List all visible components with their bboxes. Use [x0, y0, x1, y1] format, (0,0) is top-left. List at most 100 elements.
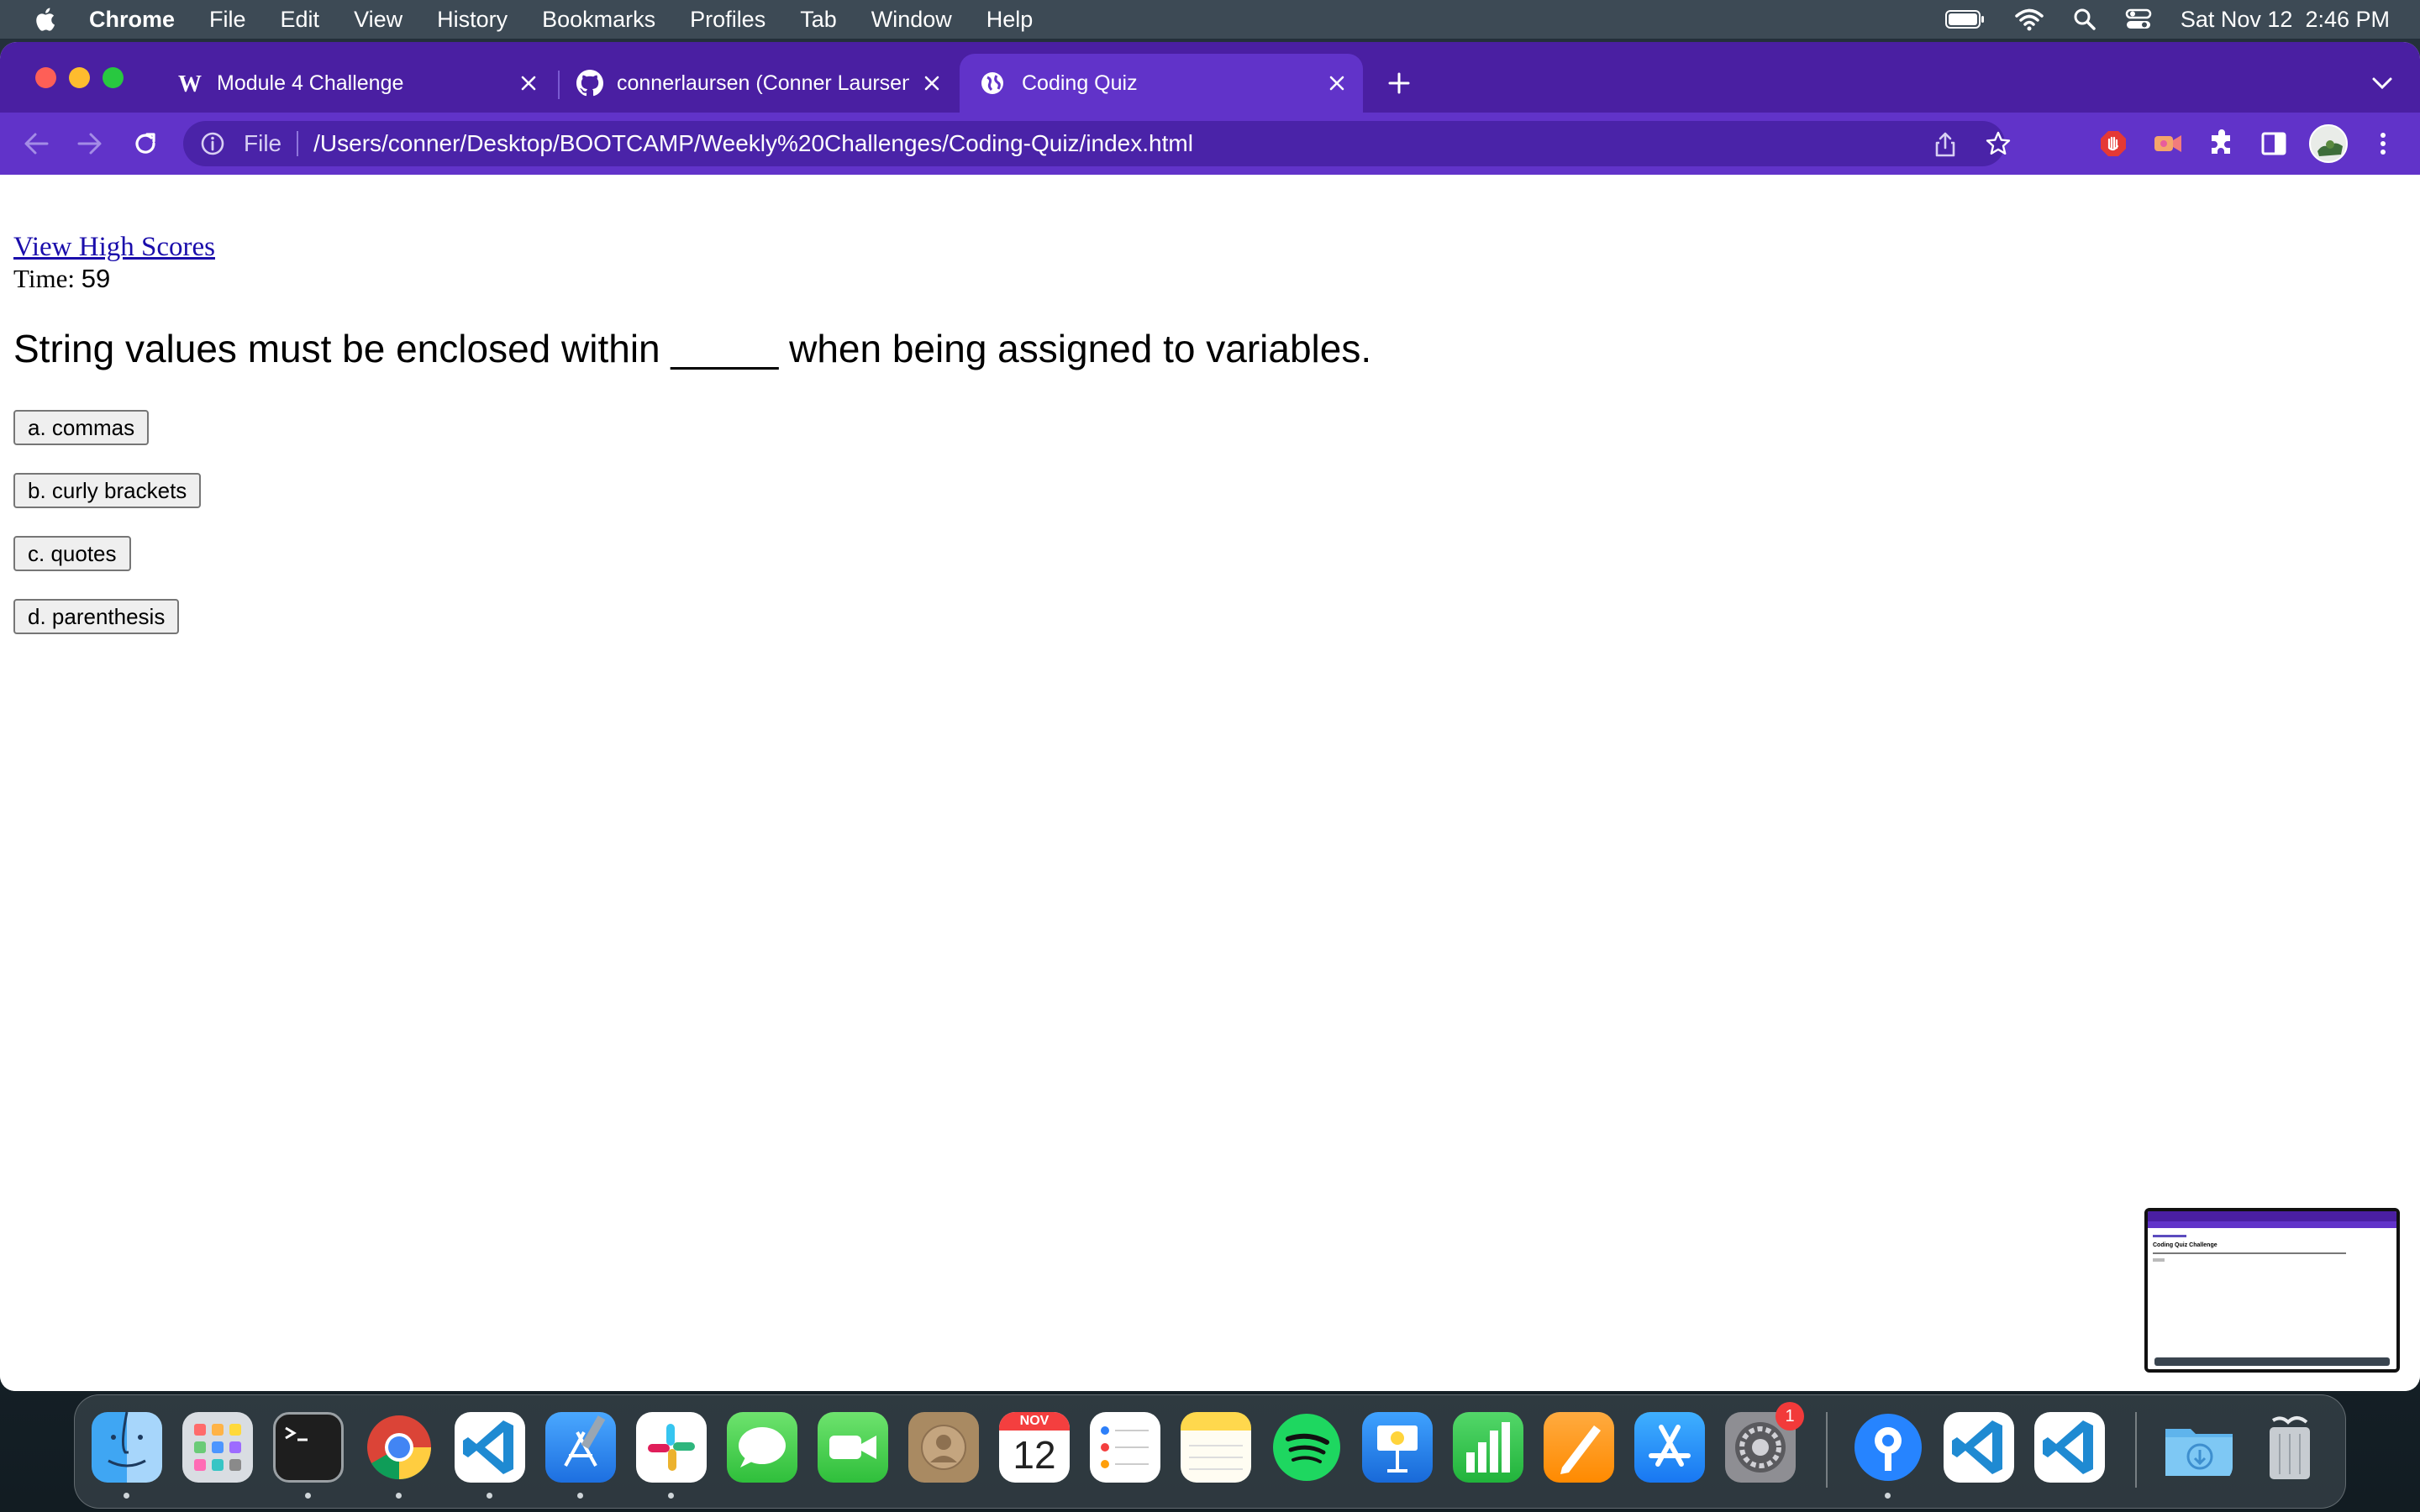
menu-help[interactable]: Help: [986, 7, 1034, 33]
tab-coding-quiz[interactable]: Coding Quiz: [960, 54, 1363, 113]
menu-history[interactable]: History: [437, 7, 508, 33]
minimize-window-button[interactable]: [69, 67, 90, 88]
scheme-label: File: [244, 130, 282, 156]
launchpad-grid-icon: [194, 1424, 241, 1471]
app-store-a-icon: [1649, 1425, 1691, 1467]
tab-title: Module 4 Challenge: [217, 71, 404, 95]
reminders-icon[interactable]: [1090, 1412, 1160, 1483]
chrome-menu-kebab-icon[interactable]: [2373, 129, 2393, 158]
tab-github-profile[interactable]: connerlaursen (Conner Laursen): [563, 54, 958, 113]
xcode-hammer-icon: [564, 1415, 606, 1467]
finder-icon[interactable]: [92, 1412, 162, 1483]
answer-button-d[interactable]: d. parenthesis: [13, 599, 180, 634]
close-window-button[interactable]: [35, 67, 56, 88]
forward-arrow-icon[interactable]: [76, 131, 104, 156]
slack-icon[interactable]: [636, 1412, 707, 1483]
question-text: String values must be enclosed within __…: [13, 327, 1372, 370]
close-tab-icon[interactable]: [518, 72, 539, 94]
facetime-icon[interactable]: [818, 1412, 888, 1483]
notes-icon[interactable]: [1181, 1412, 1251, 1483]
menu-file[interactable]: File: [209, 7, 246, 33]
pages-icon[interactable]: [1544, 1412, 1614, 1483]
zoom-window-button[interactable]: [103, 67, 124, 88]
vscode-icon-2[interactable]: [1944, 1412, 2014, 1483]
contacts-icon[interactable]: [908, 1412, 979, 1483]
dock-separator: [1826, 1412, 1828, 1488]
contact-person-icon: [921, 1425, 966, 1470]
terminal-icon[interactable]: [273, 1412, 344, 1483]
site-info-icon[interactable]: [200, 131, 225, 156]
vscode-icon-3[interactable]: [2034, 1412, 2105, 1483]
back-arrow-icon[interactable]: [22, 131, 50, 156]
downloads-folder-icon[interactable]: [2162, 1412, 2233, 1483]
address-bar[interactable]: File /Users/conner/Desktop/BOOTCAMP/Week…: [183, 121, 2011, 166]
view-high-scores-link[interactable]: View High Scores: [13, 232, 215, 263]
new-tab-plus-icon[interactable]: [1386, 71, 1412, 96]
tab-module-4-challenge[interactable]: W Module 4 Challenge: [165, 54, 555, 113]
sourcetree-icon[interactable]: [1853, 1412, 1923, 1483]
xcode-icon[interactable]: [545, 1412, 616, 1483]
menu-profiles[interactable]: Profiles: [690, 7, 765, 33]
timer: Time: 59: [13, 264, 110, 294]
sourcetree-logo-icon: [1854, 1414, 1922, 1481]
extensions-puzzle-icon[interactable]: [2207, 129, 2235, 158]
app-store-icon[interactable]: [1634, 1412, 1705, 1483]
spotify-logo-icon: [1273, 1414, 1340, 1481]
menu-edit[interactable]: Edit: [281, 7, 320, 33]
chrome-icon[interactable]: [364, 1412, 434, 1483]
side-panel-icon[interactable]: [2260, 131, 2287, 156]
bookmark-star-icon[interactable]: [1985, 130, 2012, 157]
dock-separator: [2135, 1412, 2137, 1488]
url-text[interactable]: /Users/conner/Desktop/BOOTCAMP/Weekly%20…: [313, 130, 1193, 157]
apple-menu-icon[interactable]: [32, 5, 60, 34]
adblock-extension-icon[interactable]: [2099, 129, 2128, 158]
launchpad-icon[interactable]: [182, 1412, 253, 1483]
pen-icon: [1560, 1425, 1601, 1474]
system-preferences-icon[interactable]: 1: [1725, 1402, 1804, 1483]
battery-icon[interactable]: [1944, 9, 1986, 29]
messages-icon[interactable]: [727, 1412, 797, 1483]
screen-recorder-extension-icon[interactable]: [2153, 131, 2183, 156]
dock: NOV 12 1: [74, 1394, 2346, 1509]
thumbnail-toolbar: [2148, 1221, 2396, 1228]
calendar-icon[interactable]: NOV 12: [999, 1412, 1070, 1483]
reload-icon[interactable]: [131, 129, 160, 158]
close-tab-icon[interactable]: [1326, 72, 1348, 94]
menu-tab[interactable]: Tab: [800, 7, 837, 33]
spotify-icon[interactable]: [1271, 1412, 1342, 1483]
timer-value: 59: [81, 264, 111, 293]
answer-button-c[interactable]: c. quotes: [13, 536, 131, 571]
control-center-icon[interactable]: [2125, 8, 2152, 31]
menu-app-name[interactable]: Chrome: [89, 7, 175, 33]
thumbnail-tabstrip: [2148, 1211, 2396, 1221]
menu-window[interactable]: Window: [871, 7, 952, 33]
menu-bar-clock[interactable]: Sat Nov 12 2:46 PM: [2181, 7, 2390, 33]
answer-button-b[interactable]: b. curly brackets: [13, 473, 202, 508]
bar-chart-icon: [1466, 1422, 1510, 1473]
vscode-icon[interactable]: [455, 1412, 525, 1483]
menu-bar-time: 2:46 PM: [2305, 6, 2390, 32]
close-tab-icon[interactable]: [921, 72, 943, 94]
screenshot-thumbnail[interactable]: Coding Quiz Challenge: [2144, 1208, 2400, 1373]
thumbnail-page: Coding Quiz Challenge: [2148, 1228, 2396, 1268]
menu-view[interactable]: View: [354, 7, 402, 33]
menu-bookmarks[interactable]: Bookmarks: [542, 7, 655, 33]
numbers-icon[interactable]: [1453, 1412, 1523, 1483]
answer-button-a[interactable]: a. commas: [13, 410, 150, 445]
finder-face-icon: [108, 1412, 146, 1467]
wifi-icon[interactable]: [2014, 8, 2044, 31]
tab-search-chevron-icon[interactable]: [2370, 74, 2395, 92]
trash-icon[interactable]: [2254, 1412, 2325, 1483]
folder-download-icon: [2165, 1429, 2233, 1476]
trash-can-icon: [2270, 1416, 2310, 1479]
profile-avatar[interactable]: [2309, 124, 2348, 163]
notes-lines-icon: [1189, 1445, 1243, 1470]
tab-title: connerlaursen (Conner Laursen): [617, 71, 909, 95]
menu-bar-status-area: Sat Nov 12 2:46 PM: [1944, 0, 2390, 39]
share-icon[interactable]: [1933, 131, 1958, 158]
speech-bubble-icon: [739, 1427, 786, 1467]
keynote-icon[interactable]: [1362, 1412, 1433, 1483]
tab-title: Coding Quiz: [1022, 71, 1138, 95]
thumbnail-link-line: [2153, 1235, 2186, 1237]
spotlight-search-icon[interactable]: [2073, 8, 2096, 31]
